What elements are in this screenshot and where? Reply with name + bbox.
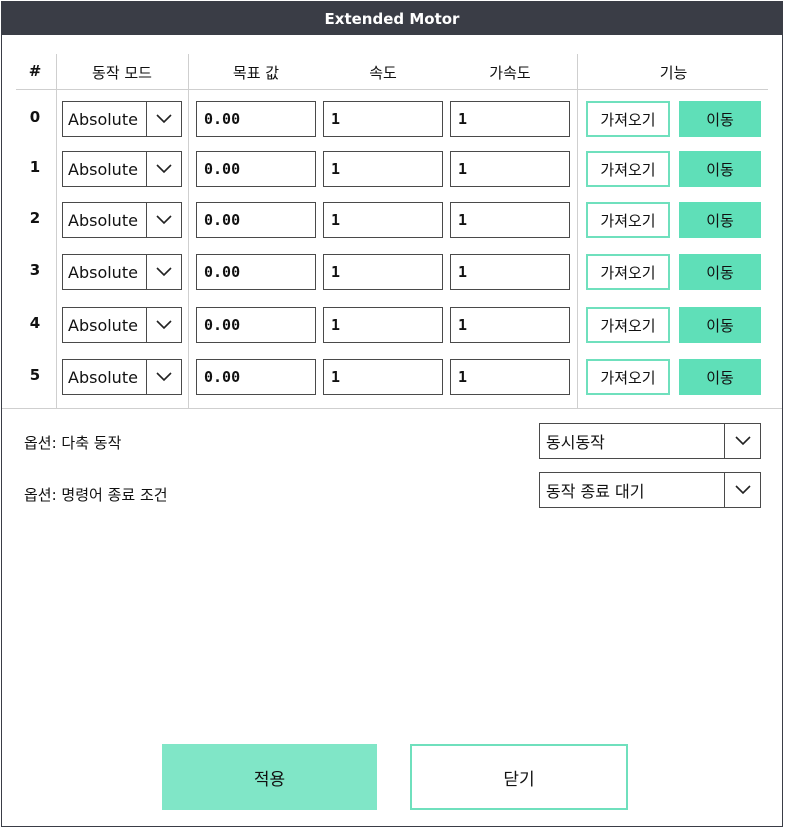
table-row: 1 Absolute 0.00 1 1 가져오기 이동 bbox=[2, 151, 782, 187]
mode-value: Absolute bbox=[68, 210, 138, 230]
chevron-down-icon[interactable] bbox=[146, 203, 181, 237]
mode-select[interactable]: Absolute bbox=[62, 359, 182, 395]
table-row: 5 Absolute 0.00 1 1 가져오기 이동 bbox=[2, 359, 782, 395]
get-button[interactable]: 가져오기 bbox=[586, 307, 670, 343]
chevron-down-icon[interactable] bbox=[146, 152, 181, 186]
end-condition-value: 동작 종료 대기 bbox=[546, 482, 645, 501]
header-speed: 속도 bbox=[369, 64, 397, 82]
header-divider bbox=[16, 89, 768, 90]
table-row: 2 Absolute 0.00 1 1 가져오기 이동 bbox=[2, 202, 782, 238]
move-button[interactable]: 이동 bbox=[679, 202, 761, 238]
header-target: 목표 값 bbox=[232, 64, 280, 82]
mode-select[interactable]: Absolute bbox=[62, 202, 182, 238]
header-accel: 가속도 bbox=[489, 64, 531, 82]
table-row: 0 Absolute 0.00 1 1 가져오기 이동 bbox=[2, 101, 782, 137]
mode-select[interactable]: Absolute bbox=[62, 307, 182, 343]
chevron-down-icon[interactable] bbox=[724, 473, 760, 507]
mode-value: Absolute bbox=[68, 262, 138, 282]
target-input[interactable]: 0.00 bbox=[196, 101, 316, 137]
speed-input[interactable]: 1 bbox=[323, 101, 443, 137]
get-button[interactable]: 가져오기 bbox=[586, 359, 670, 395]
row-number: 0 bbox=[29, 108, 41, 126]
mode-select[interactable]: Absolute bbox=[62, 151, 182, 187]
multi-axis-label: 옵션: 다축 동작 bbox=[24, 434, 122, 452]
speed-input[interactable]: 1 bbox=[323, 151, 443, 187]
mode-select[interactable]: Absolute bbox=[62, 254, 182, 290]
row-number: 5 bbox=[29, 366, 41, 384]
speed-input[interactable]: 1 bbox=[323, 359, 443, 395]
get-button[interactable]: 가져오기 bbox=[586, 202, 670, 238]
row-number: 4 bbox=[29, 314, 41, 332]
move-button[interactable]: 이동 bbox=[679, 359, 761, 395]
accel-input[interactable]: 1 bbox=[450, 359, 570, 395]
section-divider bbox=[2, 408, 782, 409]
row-number: 3 bbox=[29, 261, 41, 279]
table-row: 3 Absolute 0.00 1 1 가져오기 이동 bbox=[2, 254, 782, 290]
header-index: # bbox=[28, 62, 42, 80]
accel-input[interactable]: 1 bbox=[450, 202, 570, 238]
chevron-down-icon[interactable] bbox=[146, 308, 181, 342]
multi-axis-value: 동시동작 bbox=[546, 433, 605, 452]
chevron-down-icon[interactable] bbox=[724, 424, 760, 458]
speed-input[interactable]: 1 bbox=[323, 202, 443, 238]
accel-input[interactable]: 1 bbox=[450, 254, 570, 290]
multi-axis-select[interactable]: 동시동작 bbox=[539, 423, 761, 459]
target-input[interactable]: 0.00 bbox=[196, 307, 316, 343]
mode-value: Absolute bbox=[68, 315, 138, 335]
header-mode: 동작 모드 bbox=[92, 64, 152, 82]
header-function: 기능 bbox=[659, 64, 688, 82]
accel-input[interactable]: 1 bbox=[450, 307, 570, 343]
end-condition-select[interactable]: 동작 종료 대기 bbox=[539, 472, 761, 508]
apply-button[interactable]: 적용 bbox=[162, 744, 377, 810]
close-button[interactable]: 닫기 bbox=[410, 744, 628, 810]
mode-value: Absolute bbox=[68, 159, 138, 179]
mode-value: Absolute bbox=[68, 109, 138, 129]
target-input[interactable]: 0.00 bbox=[196, 151, 316, 187]
end-condition-label: 옵션: 명령어 종료 조건 bbox=[24, 486, 168, 504]
target-input[interactable]: 0.00 bbox=[196, 202, 316, 238]
move-button[interactable]: 이동 bbox=[679, 307, 761, 343]
chevron-down-icon[interactable] bbox=[146, 255, 181, 289]
accel-input[interactable]: 1 bbox=[450, 151, 570, 187]
chevron-down-icon[interactable] bbox=[146, 102, 181, 136]
mode-select[interactable]: Absolute bbox=[62, 101, 182, 137]
target-input[interactable]: 0.00 bbox=[196, 254, 316, 290]
accel-input[interactable]: 1 bbox=[450, 101, 570, 137]
get-button[interactable]: 가져오기 bbox=[586, 151, 670, 187]
speed-input[interactable]: 1 bbox=[323, 307, 443, 343]
row-number: 2 bbox=[29, 209, 41, 227]
dialog-title: Extended Motor bbox=[2, 2, 782, 35]
chevron-down-icon[interactable] bbox=[146, 360, 181, 394]
mode-value: Absolute bbox=[68, 367, 138, 387]
move-button[interactable]: 이동 bbox=[679, 151, 761, 187]
extended-motor-dialog: Extended Motor # 동작 모드 목표 값 속도 가속도 기능 0 … bbox=[1, 1, 783, 827]
speed-input[interactable]: 1 bbox=[323, 254, 443, 290]
get-button[interactable]: 가져오기 bbox=[586, 101, 670, 137]
move-button[interactable]: 이동 bbox=[679, 101, 761, 137]
table-row: 4 Absolute 0.00 1 1 가져오기 이동 bbox=[2, 307, 782, 343]
get-button[interactable]: 가져오기 bbox=[586, 254, 670, 290]
move-button[interactable]: 이동 bbox=[679, 254, 761, 290]
target-input[interactable]: 0.00 bbox=[196, 359, 316, 395]
row-number: 1 bbox=[29, 158, 41, 176]
